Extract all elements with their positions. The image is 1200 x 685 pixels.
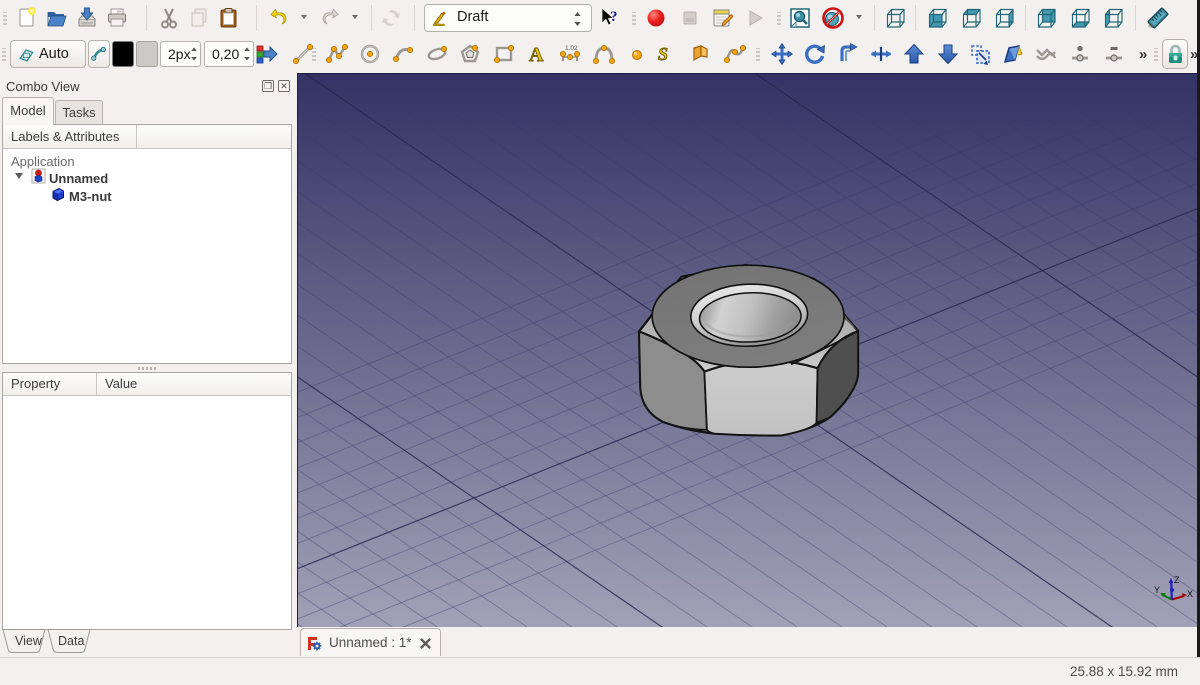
svg-text:Z: Z [1174,575,1180,585]
svg-text:Y: Y [1154,585,1160,595]
svg-text:»: » [1139,46,1147,63]
svg-text:A: A [529,44,544,66]
svg-text:S: S [658,44,668,64]
svg-text:?: ? [610,9,618,25]
svg-text:X: X [1187,589,1193,599]
svg-text:Data: Data [58,634,84,648]
svg-text:View: View [15,634,43,648]
svg-text:1.02: 1.02 [565,45,578,52]
